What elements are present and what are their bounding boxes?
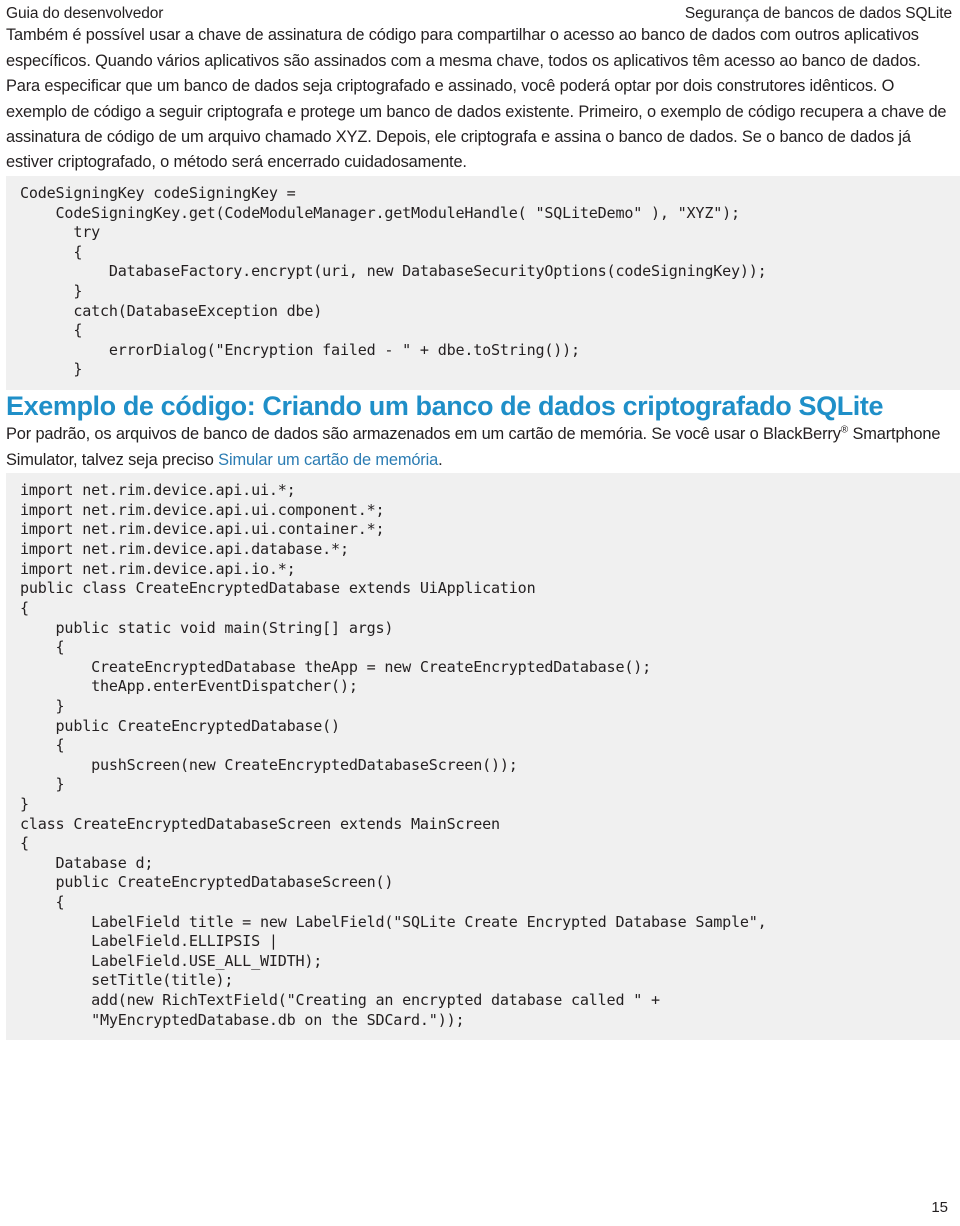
code-block-create-encrypted-database: import net.rim.device.api.ui.*; import n… <box>6 473 960 1041</box>
running-header: Guia do desenvolvedor Segurança de banco… <box>0 0 960 23</box>
paragraph-memory-card-note: Por padrão, os arquivos de banco de dado… <box>6 422 950 473</box>
paragraph-shared-access: Também é possível usar a chave de assina… <box>6 26 921 70</box>
paragraph-text-part-3: . <box>438 450 443 469</box>
page-number: 15 <box>931 1199 948 1216</box>
paragraph-encrypt-sign-constructors: Para especificar que um banco de dados s… <box>6 77 947 172</box>
registered-trademark-symbol: ® <box>840 424 849 436</box>
paragraph-text-part-1: Por padrão, os arquivos de banco de dado… <box>6 425 841 444</box>
document-content: Também é possível usar a chave de assina… <box>0 23 960 1041</box>
code-block-encrypt-existing-database: CodeSigningKey codeSigningKey = CodeSign… <box>6 175 960 390</box>
link-simulate-memory-card[interactable]: Simular um cartão de memória <box>218 451 438 469</box>
page-title: Exemplo de código: Criando um banco de d… <box>6 391 884 421</box>
document-page: Guia do desenvolvedor Segurança de banco… <box>0 0 960 1226</box>
header-right-title: Segurança de bancos de dados SQLite <box>684 5 952 22</box>
header-left-title: Guia do desenvolvedor <box>6 5 164 22</box>
